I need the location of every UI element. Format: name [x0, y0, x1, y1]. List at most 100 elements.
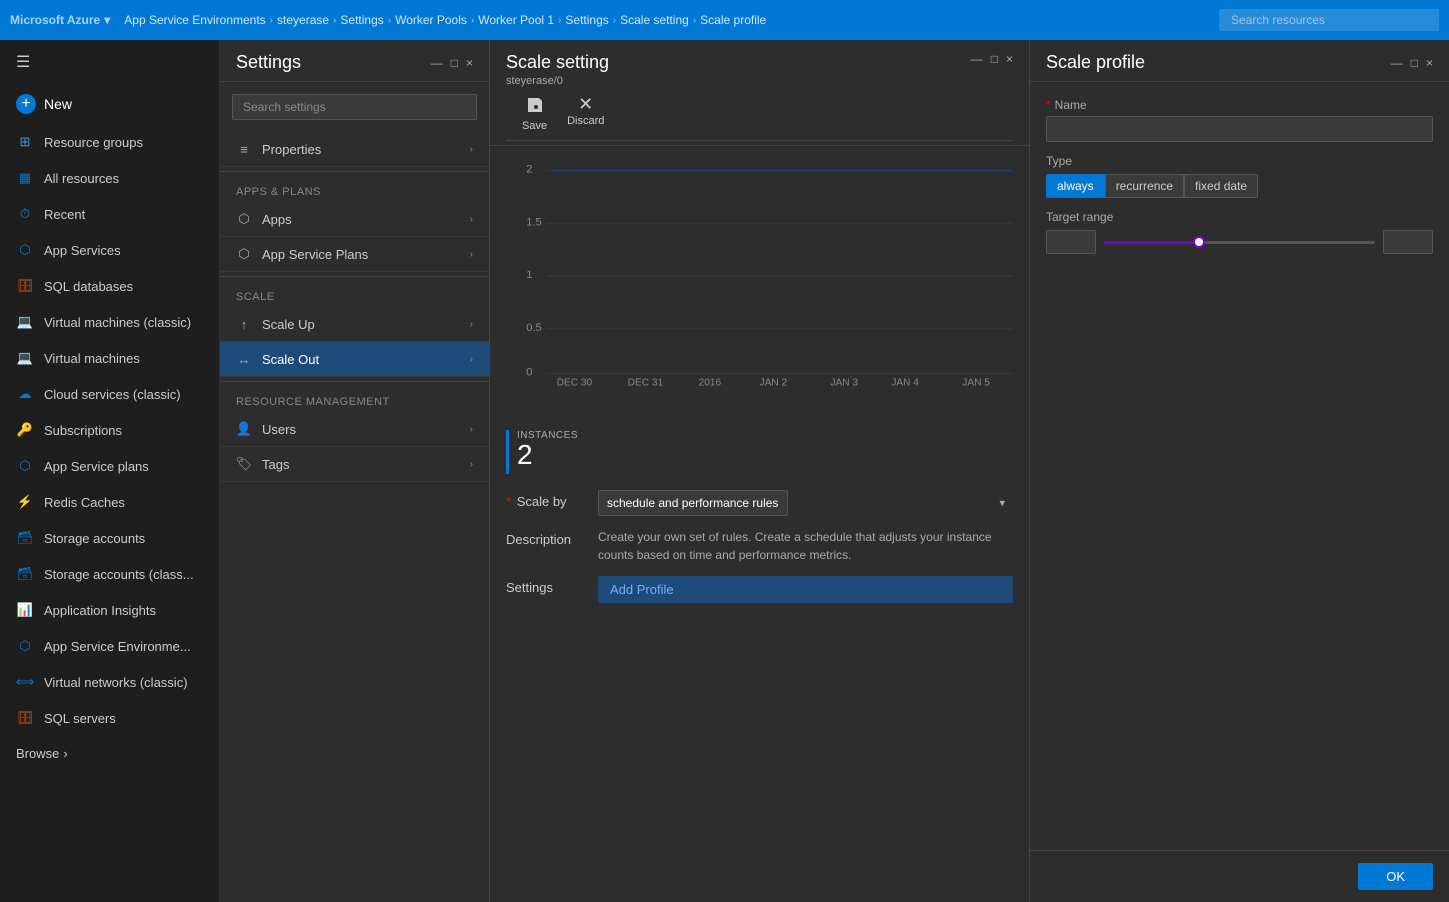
svg-text:DEC 30: DEC 30: [557, 378, 593, 389]
breadcrumb-scale-profile[interactable]: Scale profile: [700, 13, 766, 27]
scale-by-select[interactable]: schedule and performance rules a specifi…: [598, 490, 788, 516]
sidebar-item-redis[interactable]: ⚡ Redis Caches: [0, 484, 219, 520]
save-button[interactable]: Save: [522, 95, 547, 132]
breadcrumb-scale-setting[interactable]: Scale setting: [620, 13, 689, 27]
profile-close-icon[interactable]: ×: [1426, 56, 1433, 70]
sidebar-item-vm[interactable]: 💻 Virtual machines: [0, 340, 219, 376]
settings-item-app-service-plans[interactable]: ⬡ App Service Plans ›: [220, 237, 489, 272]
settings-item-tags[interactable]: 🏷 Tags ›: [220, 447, 489, 482]
scale-setting-subtitle: steyerase/0: [506, 75, 609, 87]
properties-label: Properties: [262, 142, 321, 157]
scale-by-row: * Scale by schedule and performance rule…: [506, 490, 1013, 516]
sidebar-item-resource-groups[interactable]: ⊞ Resource groups: [0, 124, 219, 160]
resource-mgmt-section-label: RESOURCE MANAGEMENT: [220, 386, 489, 412]
range-min-input[interactable]: 5: [1046, 230, 1096, 254]
scale-minimize-icon[interactable]: —: [971, 52, 983, 66]
sidebar-item-app-services[interactable]: ⬡ App Services: [0, 232, 219, 268]
vm-icon: 💻: [16, 349, 34, 367]
sidebar-item-application-insights[interactable]: 📊 Application Insights: [0, 592, 219, 628]
sidebar-label-vnet: Virtual networks (classic): [44, 675, 188, 690]
settings-item-apps[interactable]: ⬡ Apps ›: [220, 202, 489, 237]
instances-value: 2: [517, 441, 578, 469]
divider-3: [220, 381, 489, 382]
scale-by-required-star: *: [506, 494, 511, 509]
sidebar-item-vm-classic[interactable]: 💻 Virtual machines (classic): [0, 304, 219, 340]
settings-item-properties[interactable]: ≡ Properties ›: [220, 132, 489, 167]
new-button[interactable]: + New: [0, 84, 219, 124]
chart-svg: 2 1.5 1 0.5 0 DEC 30 DEC 31 201: [506, 154, 1013, 394]
browse-button[interactable]: Browse ›: [0, 736, 219, 771]
sidebar-item-sql-servers[interactable]: 🗄 SQL servers: [0, 700, 219, 736]
discard-button[interactable]: ✕ Discard: [567, 95, 604, 132]
scale-close-icon[interactable]: ×: [1006, 52, 1013, 66]
sidebar-label-app-services: App Services: [44, 243, 121, 258]
breadcrumb-steyerase[interactable]: steyerase: [277, 13, 329, 27]
breadcrumb-worker-pools[interactable]: Worker Pools: [395, 13, 467, 27]
breadcrumb-worker-pool-1[interactable]: Worker Pool 1: [478, 13, 554, 27]
sidebar-item-cloud-services[interactable]: ☁ Cloud services (classic): [0, 376, 219, 412]
users-left: 👤 Users: [236, 421, 296, 437]
profile-maximize-icon[interactable]: □: [1411, 56, 1418, 70]
breadcrumb-ase[interactable]: App Service Environments: [124, 13, 265, 27]
settings-close-icon[interactable]: ×: [466, 56, 473, 70]
breadcrumb-settings2[interactable]: Settings: [565, 13, 608, 27]
type-always-button[interactable]: always: [1046, 174, 1105, 198]
breadcrumb-settings1[interactable]: Settings: [340, 13, 383, 27]
svg-text:JAN 2: JAN 2: [760, 378, 788, 389]
brand[interactable]: Microsoft Azure ▾: [10, 13, 110, 27]
ase-icon: ⬡: [16, 637, 34, 655]
sidebar-item-recent[interactable]: ⏱ Recent: [0, 196, 219, 232]
tags-left: 🏷 Tags: [236, 456, 289, 472]
hamburger-icon[interactable]: ☰: [0, 40, 219, 84]
settings-item-users[interactable]: 👤 Users ›: [220, 412, 489, 447]
range-thumb[interactable]: [1193, 236, 1205, 248]
range-max-input[interactable]: 15: [1383, 230, 1433, 254]
scale-up-chevron-icon: ›: [470, 319, 473, 330]
sidebar-item-storage-accounts[interactable]: 🗃 Storage accounts: [0, 520, 219, 556]
type-recurrence-button[interactable]: recurrence: [1105, 174, 1184, 198]
sep3: ›: [388, 15, 391, 26]
range-slider[interactable]: [1104, 232, 1375, 252]
sidebar-item-ase[interactable]: ⬡ App Service Environme...: [0, 628, 219, 664]
svg-text:1.5: 1.5: [526, 216, 542, 228]
range-track: [1104, 241, 1375, 244]
type-fixed-date-button[interactable]: fixed date: [1184, 174, 1258, 198]
sidebar-label-recent: Recent: [44, 207, 85, 222]
settings-minimize-icon[interactable]: —: [431, 56, 443, 70]
sidebar-label-subscriptions: Subscriptions: [44, 423, 122, 438]
settings-label: Settings: [506, 576, 586, 595]
settings-item-scale-up[interactable]: ↑ Scale Up ›: [220, 307, 489, 342]
sidebar-item-sql-databases[interactable]: 🗄 SQL databases: [0, 268, 219, 304]
sidebar-label-insights: Application Insights: [44, 603, 156, 618]
ok-button[interactable]: OK: [1358, 863, 1433, 890]
sidebar-item-storage-classic[interactable]: 🗃 Storage accounts (class...: [0, 556, 219, 592]
topbar-search[interactable]: [1219, 9, 1439, 31]
svg-text:0.5: 0.5: [526, 322, 542, 334]
asp-left: ⬡ App Service Plans: [236, 246, 368, 262]
sep5: ›: [558, 15, 561, 26]
settings-item-scale-out[interactable]: ↔ Scale Out ›: [220, 342, 489, 377]
type-buttons: always recurrence fixed date: [1046, 174, 1433, 198]
sidebar-item-all-resources[interactable]: ▦ All resources: [0, 160, 219, 196]
scale-out-icon: ↔: [236, 351, 252, 367]
divider-2: [220, 276, 489, 277]
sidebar-label-storage-accounts: Storage accounts: [44, 531, 145, 546]
profile-name-input[interactable]: [1046, 116, 1433, 142]
name-field-label: * Name: [1046, 98, 1433, 112]
insights-icon: 📊: [16, 601, 34, 619]
sidebar-label-ase: App Service Environme...: [44, 639, 191, 654]
profile-minimize-icon[interactable]: —: [1391, 56, 1403, 70]
scale-setting-panel: Scale setting steyerase/0 — □ × Save: [490, 40, 1030, 902]
scale-maximize-icon[interactable]: □: [991, 52, 998, 66]
brand-arrow[interactable]: ▾: [104, 13, 110, 27]
add-profile-button[interactable]: Add Profile: [598, 576, 1013, 603]
sidebar-item-subscriptions[interactable]: 🔑 Subscriptions: [0, 412, 219, 448]
scale-chart: 2 1.5 1 0.5 0 DEC 30 DEC 31 201: [490, 146, 1029, 426]
sidebar-item-app-service-plans[interactable]: ⬡ App Service plans: [0, 448, 219, 484]
settings-maximize-icon[interactable]: □: [451, 56, 458, 70]
name-required-star: *: [1046, 98, 1051, 112]
search-settings-input[interactable]: [232, 94, 477, 120]
sidebar-item-vnet[interactable]: ⟺ Virtual networks (classic): [0, 664, 219, 700]
profile-footer: OK: [1030, 850, 1449, 902]
sep1: ›: [270, 15, 273, 26]
